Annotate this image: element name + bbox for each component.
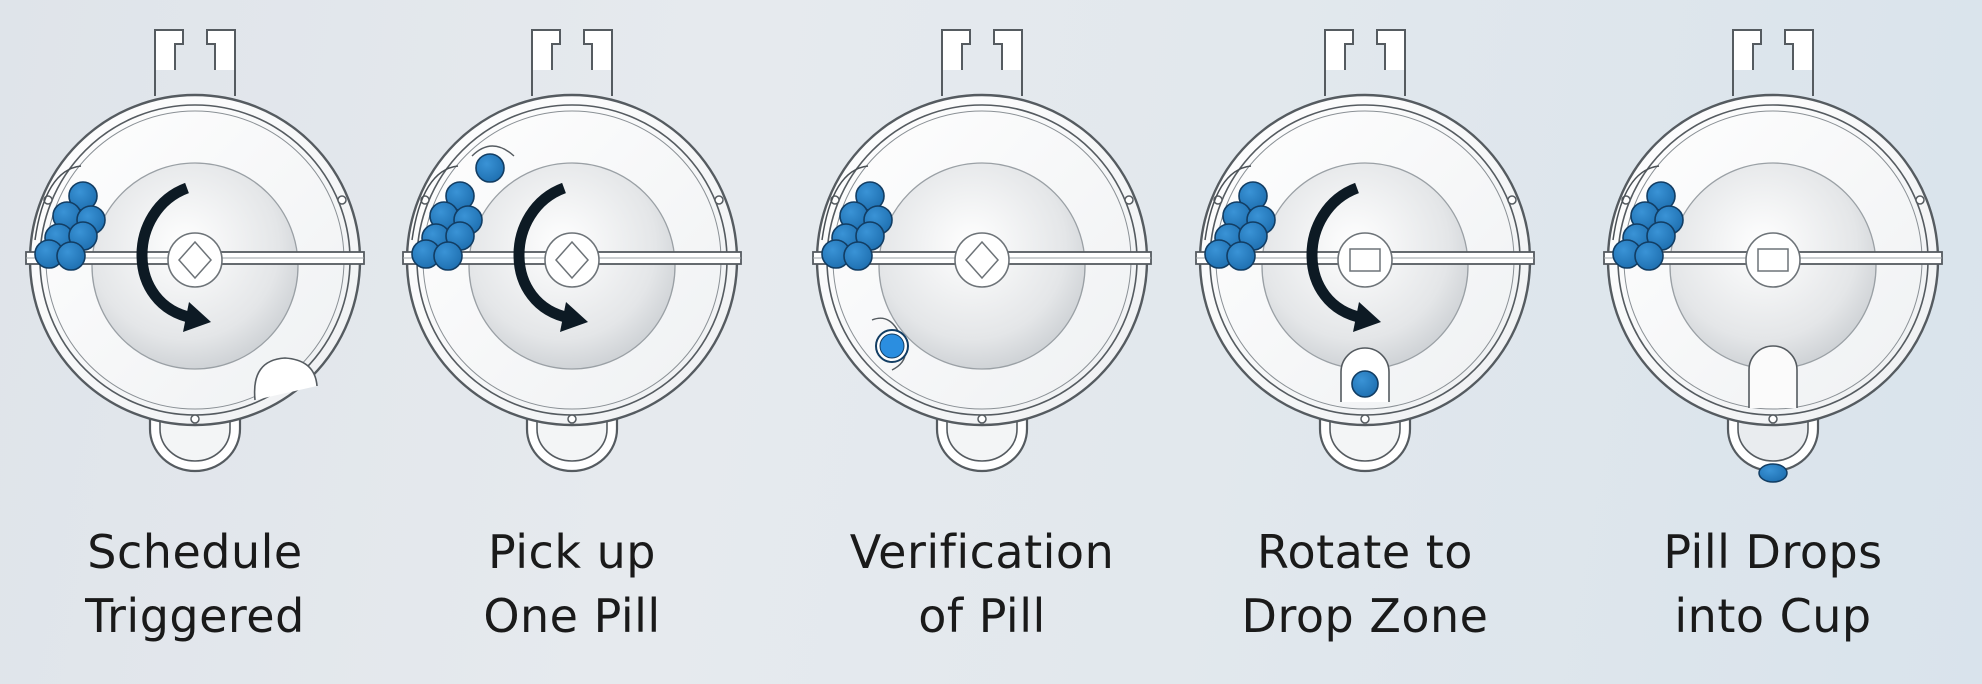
caption-line-1: Schedule	[87, 525, 303, 579]
top-clip	[1732, 29, 1814, 70]
screw-hole	[977, 414, 987, 424]
top-clip	[941, 29, 1023, 70]
pill-at-drop-zone-icon	[1351, 370, 1379, 398]
pill-dispenser-process-diagram: Schedule Triggered Pick up One Pill Veri…	[0, 0, 1982, 684]
step-pick-up-one-pill: Pick up One Pill	[382, 0, 762, 684]
step-caption: Schedule Triggered	[5, 520, 385, 648]
screw-hole	[1768, 414, 1778, 424]
pill-icon	[433, 241, 463, 271]
dispenser-drawing	[402, 29, 742, 473]
caption-line-2: Drop Zone	[1241, 589, 1489, 643]
screw-hole	[1360, 414, 1370, 424]
picked-pill-icon	[475, 153, 505, 183]
screw-hole	[714, 195, 724, 205]
verified-pill-icon	[879, 333, 905, 359]
caption-line-1: Rotate to	[1257, 525, 1473, 579]
dispenser-drawing	[1195, 29, 1535, 473]
caption-line-1: Verification	[849, 525, 1115, 579]
dispenser-drawing	[25, 29, 365, 473]
step-rotate-to-drop-zone: Rotate to Drop Zone	[1175, 0, 1555, 684]
pill-icon	[1634, 241, 1664, 271]
hub-socket	[1349, 248, 1381, 272]
screw-hole	[337, 195, 347, 205]
dispenser-drawing	[812, 29, 1152, 473]
screw-hole	[1507, 195, 1517, 205]
caption-line-2: into Cup	[1674, 589, 1872, 643]
screw-hole	[567, 414, 577, 424]
pill-in-cup-icon	[1758, 463, 1788, 483]
step-caption: Verification of Pill	[792, 520, 1172, 648]
top-clip	[1324, 29, 1406, 70]
top-clip	[154, 29, 236, 70]
top-clip	[531, 29, 613, 70]
caption-line-2: One Pill	[483, 589, 661, 643]
hub-socket	[1757, 248, 1789, 272]
step-caption: Pick up One Pill	[382, 520, 762, 648]
pill-icon	[843, 241, 873, 271]
screw-hole	[1915, 195, 1925, 205]
step-caption: Rotate to Drop Zone	[1175, 520, 1555, 648]
drop-chute	[1748, 345, 1798, 408]
screw-hole	[190, 414, 200, 424]
caption-line-1: Pick up	[488, 525, 656, 579]
pill-icon	[1226, 241, 1256, 271]
step-verification-of-pill: Verification of Pill	[792, 0, 1172, 684]
caption-line-2: Triggered	[85, 589, 305, 643]
step-pill-drops-into-cup: Pill Drops into Cup	[1583, 0, 1963, 684]
caption-line-2: of Pill	[918, 589, 1046, 643]
dispenser-drawing	[1603, 29, 1943, 483]
caption-line-1: Pill Drops	[1663, 525, 1883, 579]
step-caption: Pill Drops into Cup	[1583, 520, 1963, 648]
step-schedule-triggered: Schedule Triggered	[5, 0, 385, 684]
screw-hole	[1124, 195, 1134, 205]
pill-icon	[56, 241, 86, 271]
